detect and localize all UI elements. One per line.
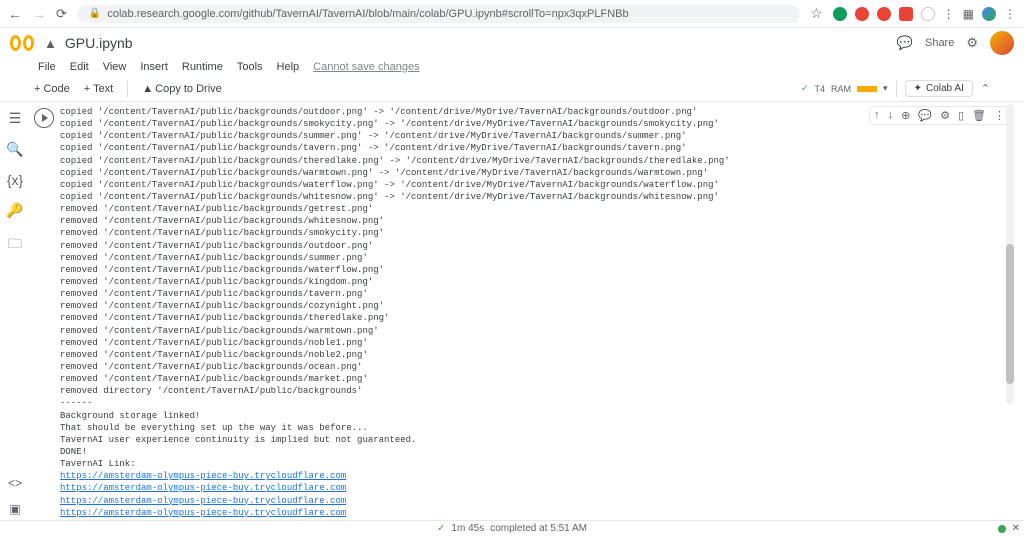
puzzle-icon[interactable]: ⋮: [943, 7, 955, 21]
back-icon[interactable]: ←: [8, 6, 22, 22]
link-icon[interactable]: ⊕: [901, 109, 910, 122]
mirror-icon[interactable]: ▯: [958, 109, 964, 122]
move-up-icon[interactable]: ↑: [874, 109, 880, 122]
scrollbar-thumb[interactable]: [1006, 244, 1014, 384]
browser-toolbar: ← → ⟳ 🔒 colab.research.google.com/github…: [0, 0, 1024, 28]
notebook-title[interactable]: GPU.ipynb: [65, 35, 133, 51]
lock-icon: 🔒: [89, 8, 101, 19]
cell-output: copied '/content/TavernAI/public/backgro…: [60, 106, 730, 520]
output-cell: copied '/content/TavernAI/public/backgro…: [34, 106, 1014, 520]
drive-icon: ▲: [44, 36, 57, 51]
user-avatar[interactable]: [990, 31, 1014, 55]
ext-icon[interactable]: [877, 7, 891, 21]
menu-help[interactable]: Help: [277, 61, 300, 73]
bottom-left-rail: <> ▣: [0, 156, 30, 516]
menu-bar: File Edit View Insert Runtime Tools Help…: [0, 58, 1024, 76]
cell-toolbar: ↑ ↓ ⊕ 💬 ⚙ ▯ 🗑 ⋮: [869, 106, 1010, 125]
status-time: 1m 45s: [451, 523, 484, 534]
notebook-content: ↑ ↓ ⊕ 💬 ⚙ ▯ 🗑 ⋮ copied '/content/TavernA…: [30, 102, 1024, 520]
move-down-icon[interactable]: ↓: [888, 109, 894, 122]
delete-icon[interactable]: 🗑: [972, 109, 986, 122]
connect-status[interactable]: ✓ T4 RAM ▾: [801, 83, 888, 94]
separator: [127, 81, 128, 97]
ext-icon[interactable]: [921, 7, 935, 21]
check-icon: ✓: [437, 523, 445, 534]
run-cell-button[interactable]: [34, 108, 54, 128]
chevron-up-icon[interactable]: ⌃: [981, 82, 990, 95]
menu-icon[interactable]: ⋮: [1004, 7, 1016, 21]
code-icon[interactable]: <>: [8, 476, 22, 490]
share-button[interactable]: Share: [925, 37, 954, 49]
comment-icon[interactable]: 💬: [918, 109, 932, 122]
forward-icon[interactable]: →: [32, 6, 46, 22]
bookmark-icon[interactable]: ☆: [810, 5, 823, 22]
separator: [896, 81, 897, 97]
menu-insert[interactable]: Insert: [140, 61, 168, 73]
close-status-icon[interactable]: ✕: [1012, 523, 1020, 534]
menu-file[interactable]: File: [38, 61, 56, 73]
add-text-button[interactable]: + Text: [84, 83, 113, 95]
settings-icon[interactable]: ⚙: [966, 35, 978, 51]
extensions: ⋮ ▦ ⋮: [833, 7, 1016, 21]
colab-ai-button[interactable]: ✦ Colab AI: [905, 80, 973, 97]
cannot-save[interactable]: Cannot save changes: [313, 61, 419, 73]
status-bar: ✓ 1m 45s completed at 5:51 AM ✕: [0, 520, 1024, 536]
apps-icon[interactable]: ▦: [963, 7, 974, 21]
ext-icon[interactable]: [833, 7, 847, 21]
add-code-button[interactable]: + Code: [34, 83, 70, 95]
menu-edit[interactable]: Edit: [70, 61, 89, 73]
ext-icon[interactable]: [855, 7, 869, 21]
comment-icon[interactable]: 💬: [897, 35, 913, 51]
more-icon[interactable]: ⋮: [994, 109, 1005, 122]
menu-tools[interactable]: Tools: [237, 61, 263, 73]
reload-icon[interactable]: ⟳: [56, 6, 67, 22]
profile-icon[interactable]: [982, 7, 996, 21]
ext-icon[interactable]: [899, 7, 913, 21]
url-text: colab.research.google.com/github/TavernA…: [107, 8, 628, 20]
colab-logo[interactable]: [10, 35, 36, 51]
notebook-toolbar: + Code + Text ▲ Copy to Drive ✓ T4 RAM ▾…: [0, 76, 1024, 102]
toc-icon[interactable]: ☰: [9, 110, 22, 127]
terminal-icon[interactable]: ▣: [9, 502, 20, 516]
menu-runtime[interactable]: Runtime: [182, 61, 223, 73]
menu-view[interactable]: View: [103, 61, 127, 73]
settings-icon[interactable]: ⚙: [940, 109, 950, 122]
status-text: completed at 5:51 AM: [490, 523, 587, 534]
status-indicator: [998, 525, 1006, 533]
colab-header: ▲ GPU.ipynb 💬 Share ⚙: [0, 28, 1024, 58]
scrollbar[interactable]: [1006, 104, 1014, 404]
url-bar[interactable]: 🔒 colab.research.google.com/github/Taver…: [77, 5, 800, 23]
copy-to-drive-button[interactable]: ▲ Copy to Drive: [142, 83, 222, 95]
